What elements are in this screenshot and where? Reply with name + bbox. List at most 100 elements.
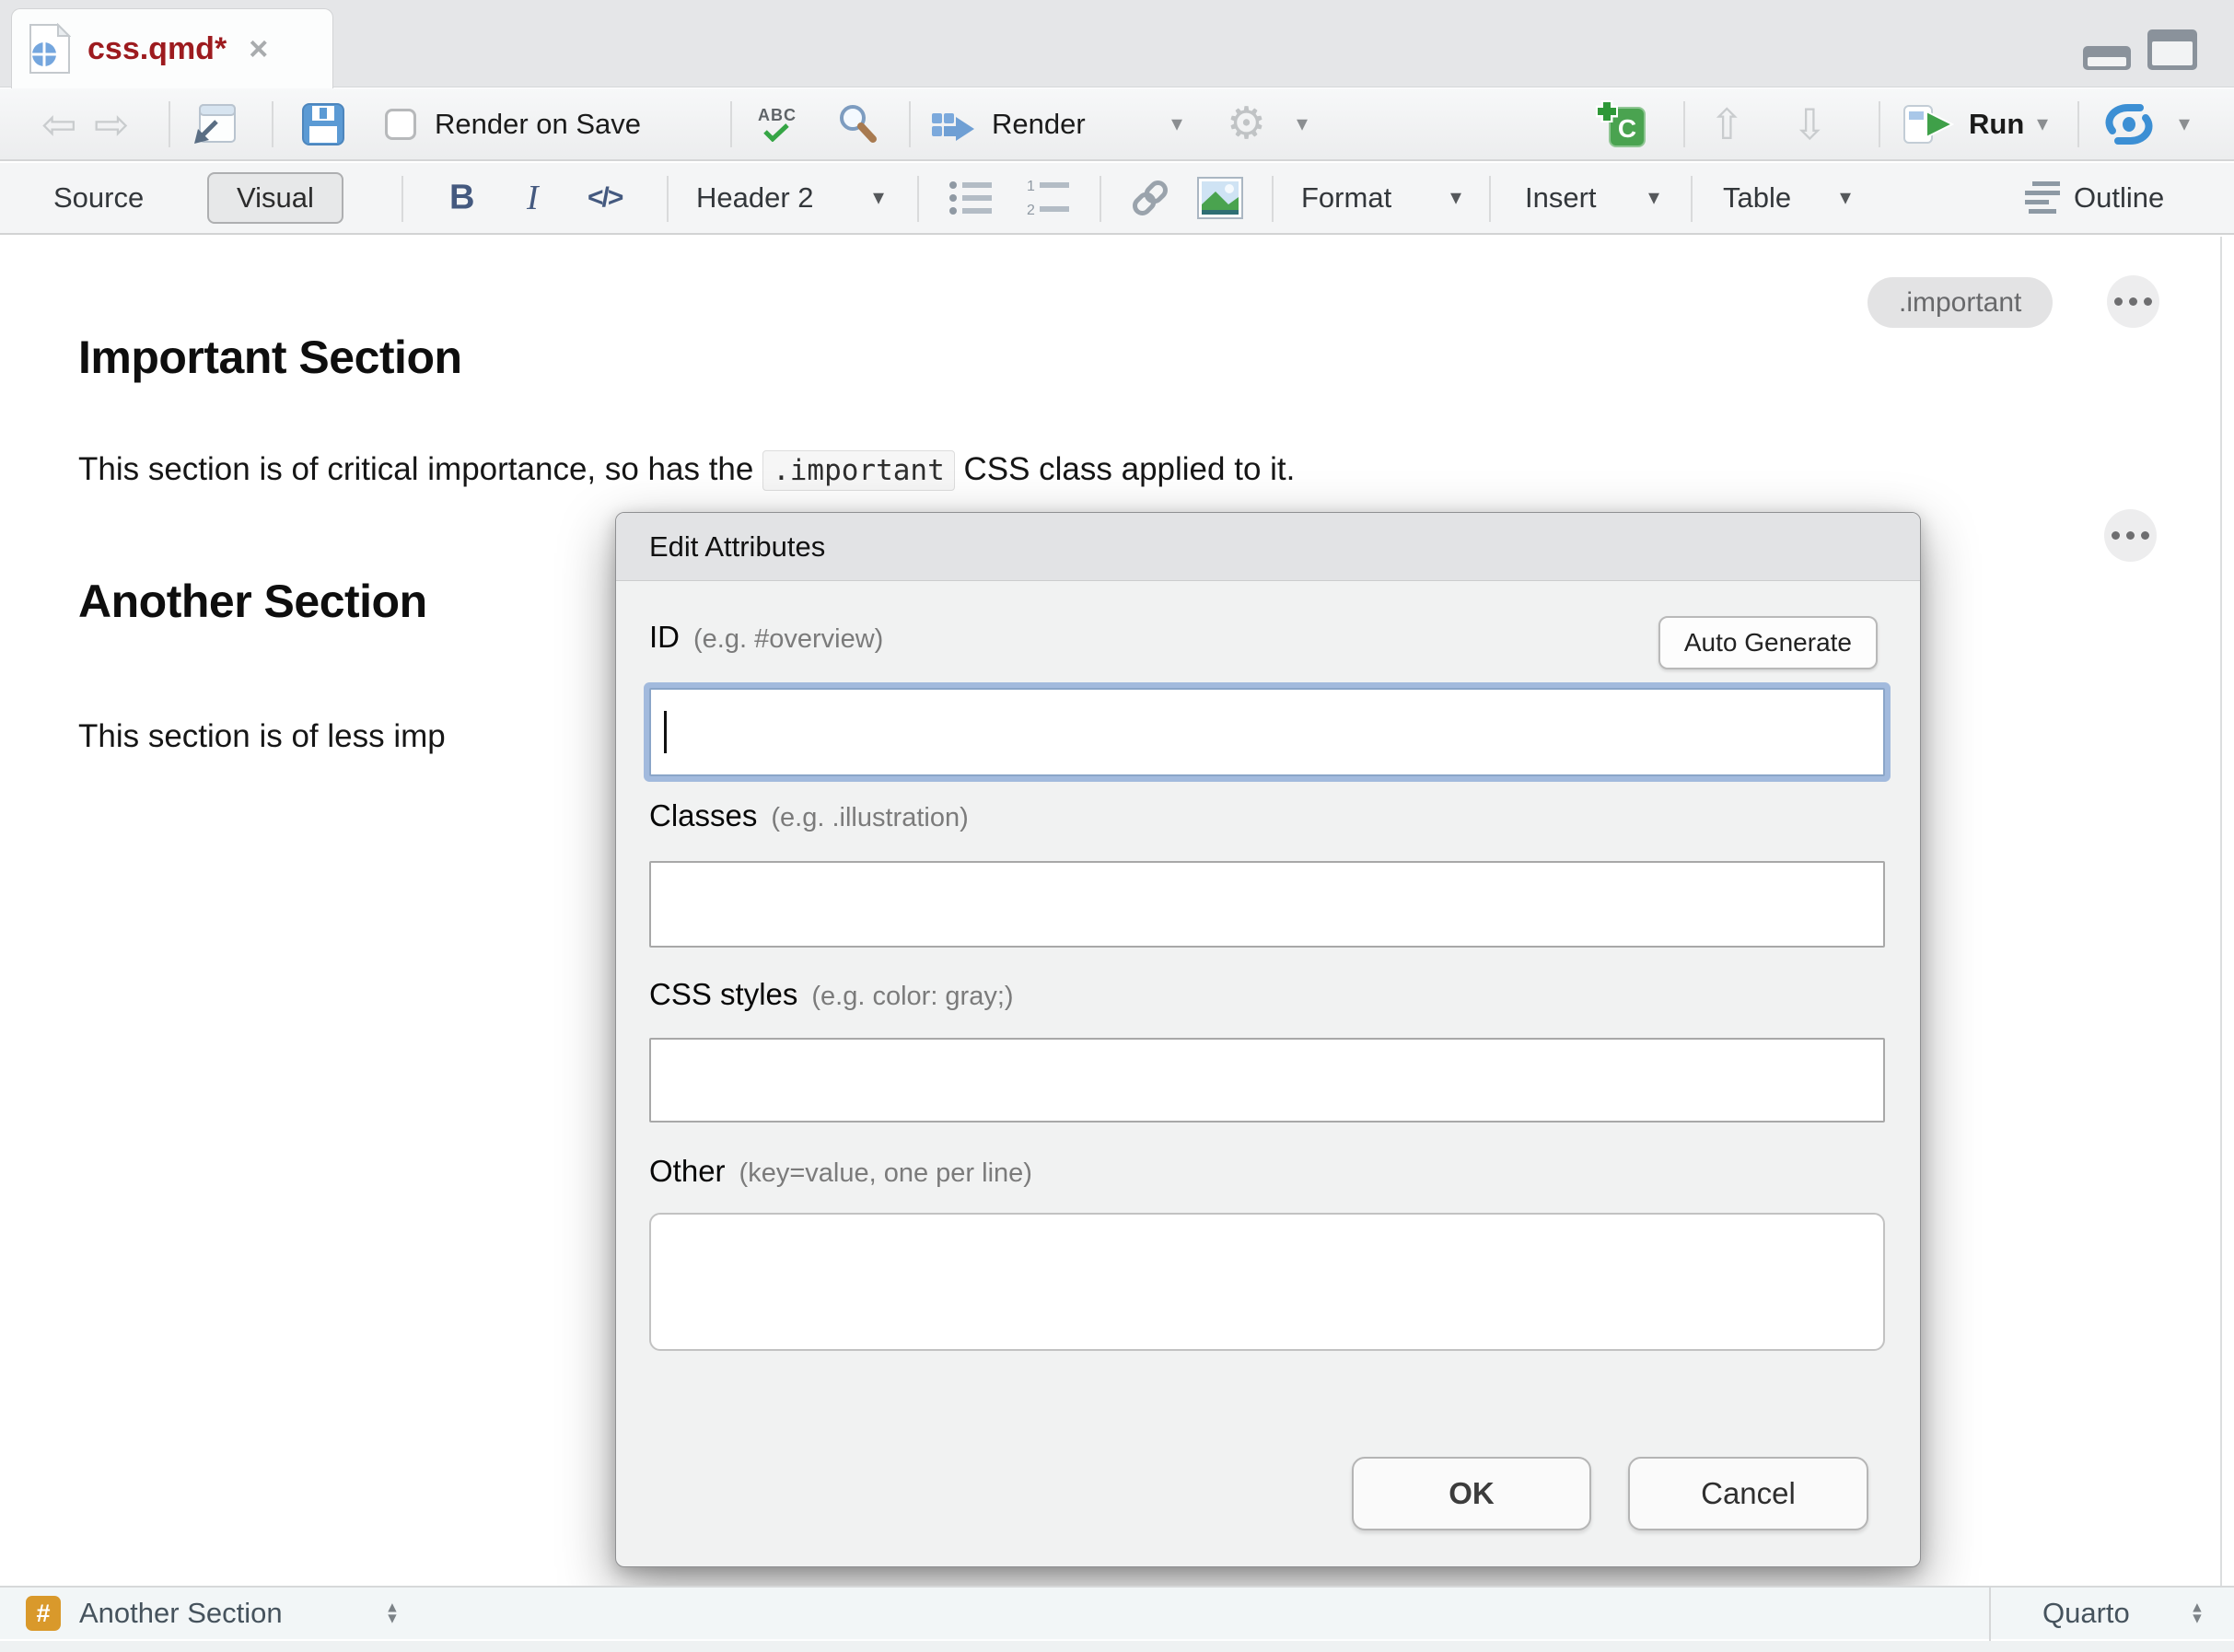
run-button[interactable]: Run <box>1969 108 2024 141</box>
toolbar-separator <box>1489 176 1491 222</box>
outline-toggle[interactable]: Outline <box>2074 181 2164 215</box>
maximize-pane-icon[interactable] <box>2147 29 2197 70</box>
bold-icon[interactable]: B <box>449 179 474 218</box>
toolbar-separator <box>1691 176 1693 222</box>
toolbar-separator <box>917 176 919 222</box>
run-caret-icon[interactable]: ▾ <box>2037 113 2048 135</box>
open-in-window-icon[interactable] <box>189 101 239 147</box>
search-icon[interactable] <box>836 102 880 146</box>
other-textarea[interactable] <box>649 1213 1885 1351</box>
format-menu[interactable]: Format <box>1301 181 1391 215</box>
toolbar-separator <box>1272 176 1274 222</box>
id-input[interactable] <box>649 688 1885 776</box>
link-icon[interactable] <box>1126 174 1174 222</box>
paragraph-1-text: This section is of critical importance, … <box>78 451 762 487</box>
render-icon[interactable] <box>930 104 978 145</box>
render-caret-icon[interactable]: ▾ <box>1171 113 1182 135</box>
scrollbar-track[interactable] <box>2220 237 2222 1586</box>
edit-attributes-dialog: Edit Attributes ID (e.g. #overview) Auto… <box>615 512 1921 1567</box>
editor-tab[interactable]: css.qmd* × <box>11 8 333 88</box>
insert-caret-icon[interactable]: ▾ <box>1648 187 1659 209</box>
visual-mode-label: Visual <box>237 181 314 215</box>
css-styles-hint: (e.g. color: gray;) <box>811 982 1013 1012</box>
auto-generate-label: Auto Generate <box>1684 628 1852 657</box>
quarto-file-icon <box>29 23 71 75</box>
rerun-icon[interactable] <box>2103 103 2155 145</box>
save-icon[interactable] <box>302 103 344 145</box>
format-toolbar: Source Visual B I </> Header 2 ▾ 1 2 <box>0 163 2234 235</box>
paragraph-1: This section is of critical importance, … <box>78 451 1295 488</box>
cancel-button[interactable]: Cancel <box>1628 1457 1868 1530</box>
section-heading-1: Important Section <box>78 331 462 384</box>
toolbar-separator <box>272 101 273 147</box>
gear-caret-icon[interactable]: ▾ <box>1297 113 1308 135</box>
inline-code: .important <box>762 450 955 491</box>
auto-generate-button[interactable]: Auto Generate <box>1658 616 1878 669</box>
id-label: ID <box>649 620 680 655</box>
svg-text:2: 2 <box>1027 203 1035 218</box>
main-toolbar: ⇦ ⇨ Render on Save ABC <box>0 88 2234 161</box>
window-bottom-edge <box>0 1641 2234 1652</box>
tab-close-icon[interactable]: × <box>249 32 268 65</box>
heading-hash-icon: # <box>26 1596 61 1631</box>
rerun-caret-icon[interactable]: ▾ <box>2179 113 2190 135</box>
pane-controls <box>2083 29 2197 70</box>
svg-text:C: C <box>1618 114 1636 143</box>
table-caret-icon[interactable]: ▾ <box>1840 187 1851 209</box>
css-styles-label: CSS styles <box>649 977 797 1012</box>
statusbar-divider <box>1989 1588 1991 1641</box>
header-style-dropdown[interactable]: Header 2 <box>696 181 814 215</box>
toolbar-separator <box>667 176 669 222</box>
image-icon[interactable] <box>1197 177 1243 219</box>
toolbar-separator <box>1683 101 1685 147</box>
classes-input[interactable] <box>649 861 1885 948</box>
visual-mode-button[interactable]: Visual <box>207 172 343 224</box>
forward-icon[interactable]: ⇨ <box>94 103 130 145</box>
insert-chunk-icon[interactable]: C <box>1595 99 1648 150</box>
format-caret-icon[interactable]: ▾ <box>1450 187 1461 209</box>
other-hint: (key=value, one per line) <box>739 1158 1032 1189</box>
paragraph-1-tail: CSS class applied to it. <box>955 451 1296 487</box>
tab-strip: css.qmd* × <box>0 0 2234 87</box>
css-styles-input[interactable] <box>649 1038 1885 1123</box>
gear-icon[interactable]: ⚙ <box>1227 102 1266 146</box>
format-stepper-icon[interactable]: ▲▼ <box>2190 1602 2205 1623</box>
section-options-button[interactable] <box>2107 275 2159 328</box>
toolbar-separator <box>730 101 732 147</box>
id-hint: (e.g. #overview) <box>693 624 883 655</box>
ok-button[interactable]: OK <box>1352 1457 1591 1530</box>
current-section-selector[interactable]: Another Section <box>79 1597 283 1630</box>
svg-text:1: 1 <box>1027 179 1035 194</box>
run-icon[interactable] <box>1902 102 1960 146</box>
code-icon[interactable]: </> <box>588 182 622 214</box>
next-chunk-icon[interactable]: ⇩ <box>1792 103 1828 145</box>
rstudio-window: css.qmd* × ⇦ ⇨ <box>0 0 2234 1652</box>
ok-label: OK <box>1449 1476 1495 1511</box>
section-options-button[interactable] <box>2104 509 2157 562</box>
id-field-label: ID (e.g. #overview) <box>649 620 883 655</box>
toolbar-separator <box>1879 101 1880 147</box>
back-icon[interactable]: ⇦ <box>41 103 77 145</box>
numbered-list-icon[interactable]: 1 2 <box>1025 178 1073 218</box>
toolbar-separator <box>1100 176 1101 222</box>
previous-chunk-icon[interactable]: ⇧ <box>1709 103 1745 145</box>
dialog-title: Edit Attributes <box>616 513 1920 581</box>
outline-icon[interactable] <box>2019 180 2062 216</box>
render-on-save-label: Render on Save <box>435 108 641 141</box>
render-on-save-checkbox[interactable] <box>385 109 416 140</box>
spellcheck-icon[interactable]: ABC <box>758 107 797 142</box>
section-stepper-icon[interactable]: ▲▼ <box>385 1602 400 1623</box>
italic-icon[interactable]: I <box>527 178 539 218</box>
important-class-badge[interactable]: .important <box>1867 277 2053 328</box>
other-field-label: Other (key=value, one per line) <box>649 1154 1032 1189</box>
insert-menu[interactable]: Insert <box>1525 181 1597 215</box>
render-button[interactable]: Render <box>992 108 1086 141</box>
bullet-list-icon[interactable] <box>948 178 995 218</box>
header-caret-icon[interactable]: ▾ <box>873 187 884 209</box>
table-menu[interactable]: Table <box>1723 181 1791 215</box>
cancel-label: Cancel <box>1701 1476 1796 1511</box>
toolbar-separator <box>169 101 170 147</box>
minimize-pane-icon[interactable] <box>2083 46 2131 70</box>
source-mode-button[interactable]: Source <box>53 181 144 215</box>
document-format-selector[interactable]: Quarto <box>2042 1597 2130 1630</box>
